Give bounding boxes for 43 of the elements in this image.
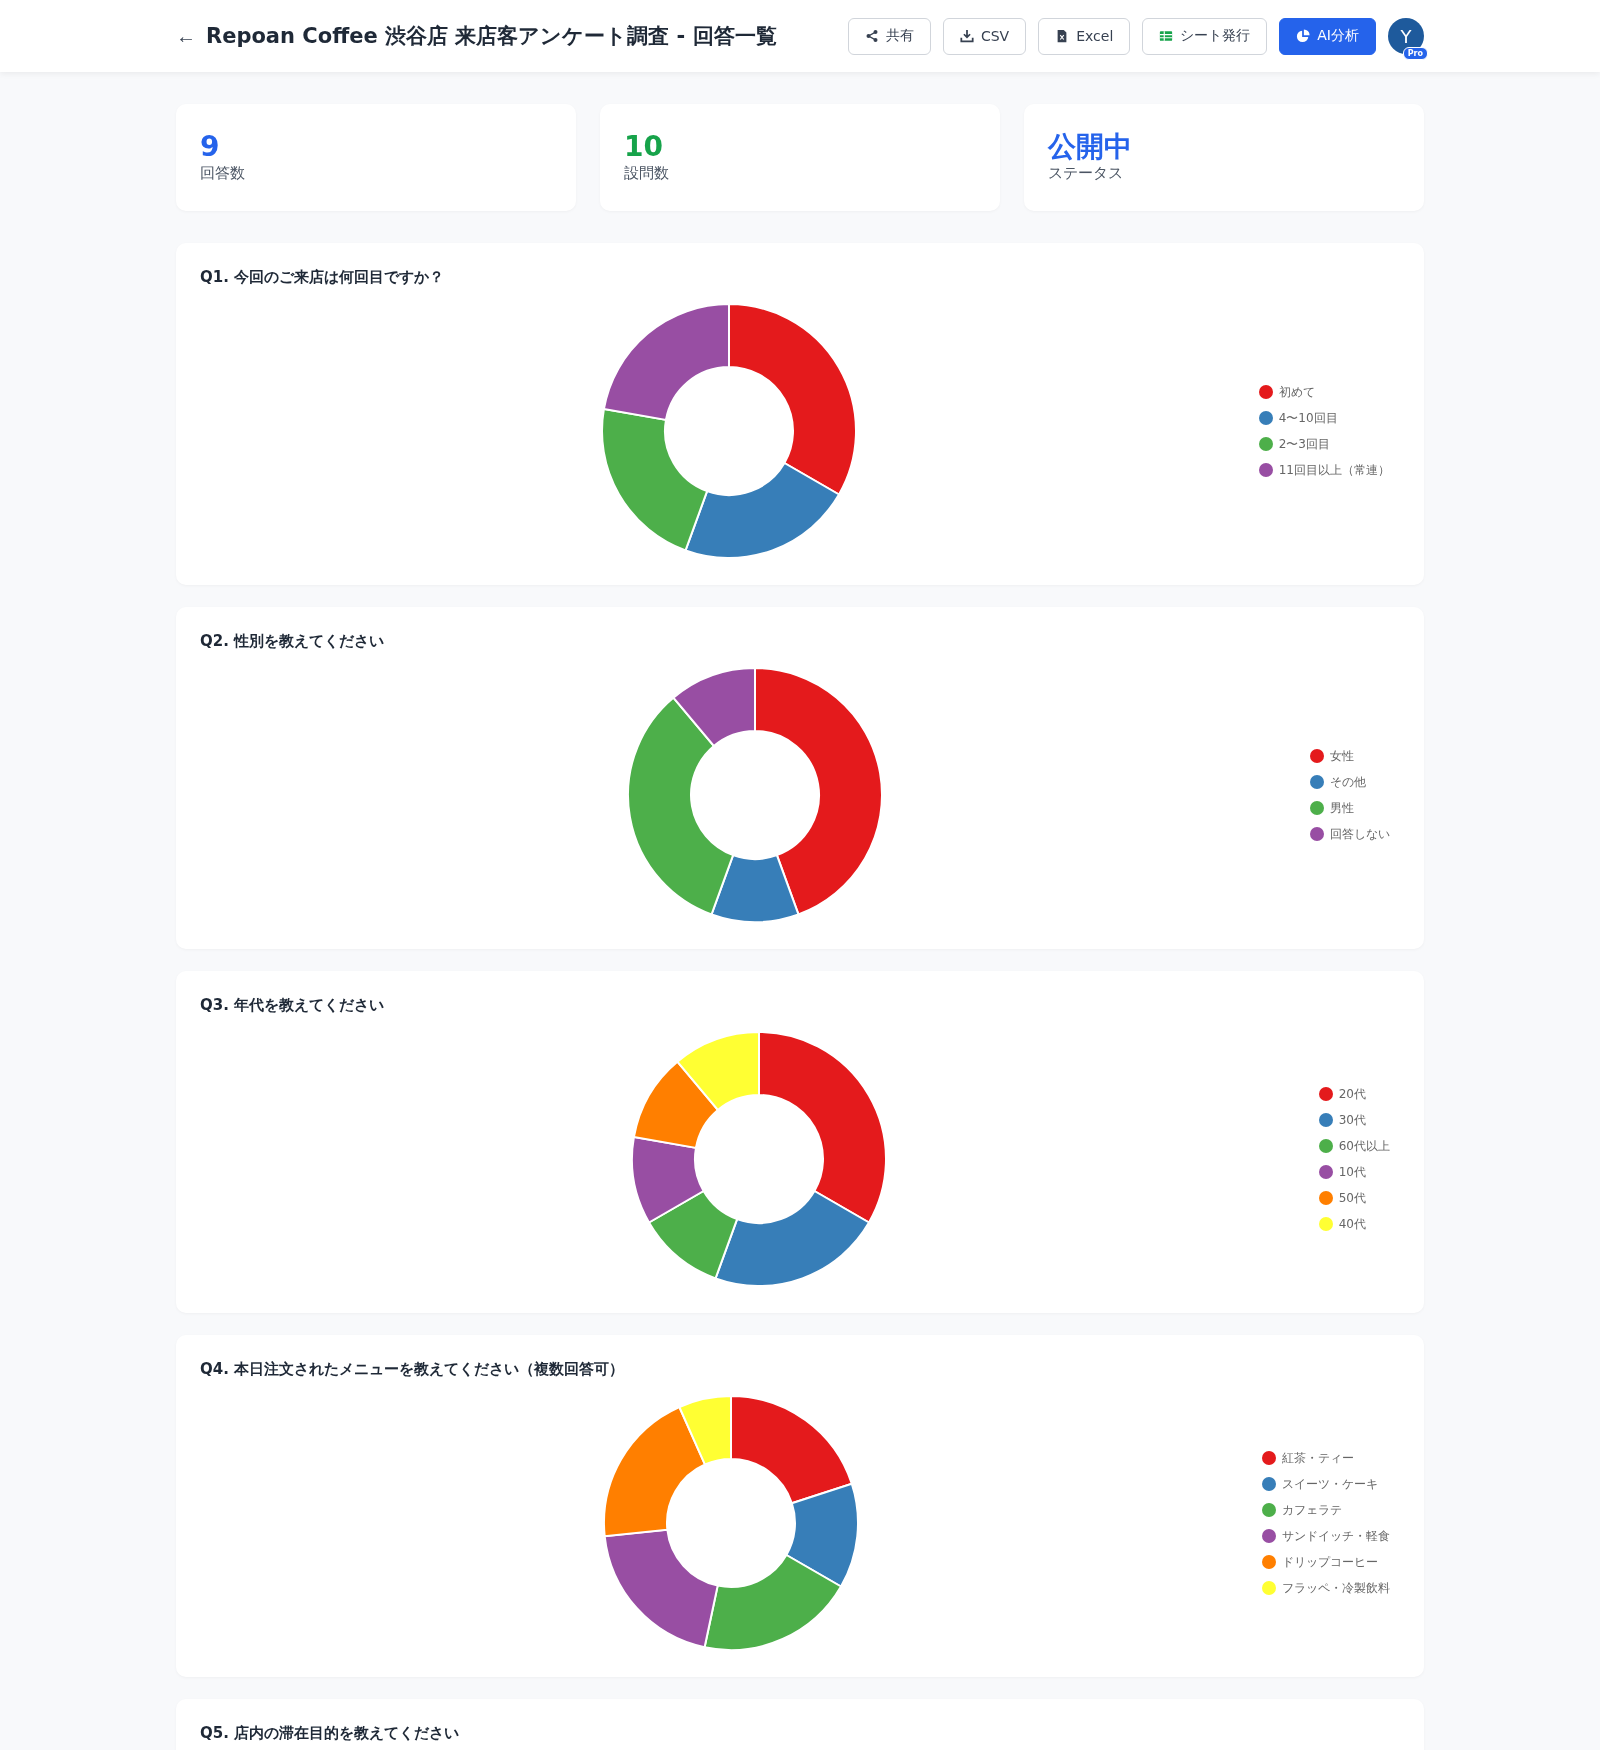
stat-label: ステータス: [1048, 164, 1123, 184]
legend-label: 60代以上: [1338, 1137, 1390, 1155]
legend-label: 4〜10回目: [1278, 409, 1338, 427]
question-title: Q5. 店内の滞在目的を教えてください: [200, 1724, 460, 1743]
legend-label: 11回目以上（常連）: [1278, 461, 1390, 479]
file-button[interactable]: Excel: [1038, 17, 1131, 55]
question-title: Q3. 年代を教えてください: [200, 996, 385, 1015]
stat-value: 9: [200, 131, 220, 163]
question-title: Q1. 今回のご来店は何回目ですか？: [200, 268, 445, 287]
legend-label: 40代: [1338, 1215, 1366, 1233]
legend-label: その他: [1330, 773, 1366, 791]
legend-label: 紅茶・ティー: [1282, 1449, 1354, 1467]
stat-value: 公開中: [1048, 131, 1132, 163]
legend-label: 女性: [1330, 747, 1354, 765]
share-icon: [864, 29, 879, 43]
pie-chart-icon: [1296, 29, 1311, 43]
legend-label: カフェラテ: [1282, 1501, 1342, 1519]
table-icon: [1159, 29, 1174, 43]
plan-badge: Pro: [1402, 47, 1428, 60]
legend-label: 回答しない: [1330, 825, 1390, 843]
back-button[interactable]: ←: [176, 24, 196, 48]
legend-label: 50代: [1338, 1189, 1366, 1207]
stat-label: 回答数: [200, 164, 245, 184]
legend-label: スイーツ・ケーキ: [1282, 1475, 1378, 1493]
question-title: Q4. 本日注文されたメニューを教えてください（複数回答可）: [200, 1360, 625, 1379]
legend-label: 30代: [1338, 1111, 1366, 1129]
stat-label: 設問数: [624, 164, 669, 184]
legend-label: 初めて: [1278, 383, 1315, 401]
question-title: Q2. 性別を教えてください: [200, 632, 385, 651]
stat-value: 10: [624, 131, 663, 163]
legend-label: 20代: [1338, 1085, 1366, 1103]
legend-label: 10代: [1338, 1163, 1366, 1181]
sheet-button[interactable]: シート発行: [1142, 17, 1268, 55]
ai-button[interactable]: AI分析: [1279, 17, 1376, 55]
share-button[interactable]: 共有: [847, 17, 931, 55]
legend-label: 2〜3回目: [1278, 435, 1330, 453]
legend-label: フラッペ・冷製飲料: [1282, 1579, 1390, 1597]
legend-label: サンドイッチ・軽食: [1282, 1527, 1390, 1545]
legend-label: ドリップコーヒー: [1282, 1553, 1378, 1571]
download-button[interactable]: CSV: [942, 17, 1027, 55]
page-title: Repoan Coffee 渋谷店 来店客アンケート調査 - 回答一覧: [206, 23, 777, 50]
legend-label: 男性: [1330, 799, 1354, 817]
download-icon: [959, 29, 974, 43]
